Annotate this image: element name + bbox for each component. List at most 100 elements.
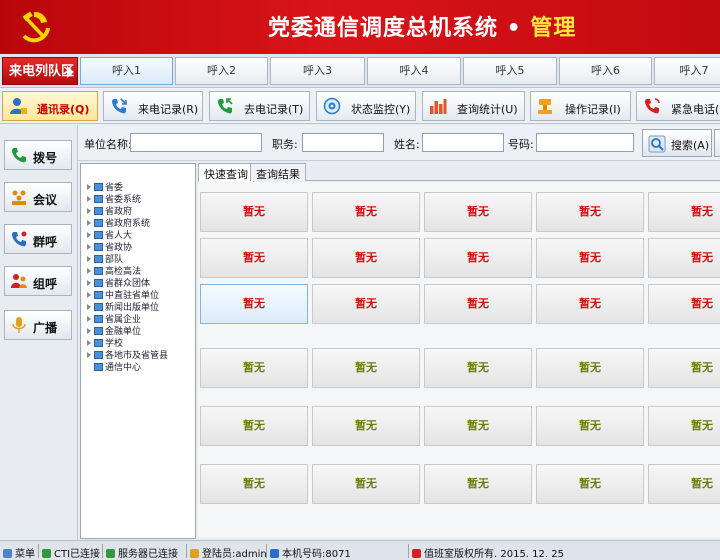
contact-cell[interactable]: 暂无 xyxy=(536,238,644,278)
contact-cell[interactable]: 暂无 xyxy=(200,406,308,446)
contact-cell[interactable]: 暂无 xyxy=(424,192,532,232)
name-input[interactable] xyxy=(422,133,504,152)
tree-item[interactable]: 省政协 xyxy=(87,240,132,253)
folder-icon xyxy=(94,314,103,323)
contact-cell[interactable]: 暂无 xyxy=(536,284,644,324)
contact-cell[interactable]: 暂无 xyxy=(312,238,420,278)
search-button-label: 搜索(A) xyxy=(671,139,710,152)
tree-item[interactable]: 省群众团体 xyxy=(87,276,150,289)
sidebar-group-call-label: 群呼 xyxy=(33,235,58,249)
contact-cell[interactable]: 暂无 xyxy=(200,284,308,324)
search-bar: 单位名称: 职务: 姓名: 号码: 搜索(A) xyxy=(78,125,720,161)
tree-item[interactable]: 高检高法 xyxy=(87,264,141,277)
queue-slot-3[interactable]: 呼入3 xyxy=(270,57,365,85)
contact-cell[interactable]: 暂无 xyxy=(424,238,532,278)
tree-item[interactable]: 部队 xyxy=(87,252,123,265)
contact-cell[interactable]: 暂无 xyxy=(648,192,720,232)
tree-item[interactable]: 学校 xyxy=(87,336,123,349)
contact-cell[interactable]: 暂无 xyxy=(648,464,720,504)
incoming-call-icon xyxy=(112,98,127,114)
toolbar-query-stats-label: 查询统计(U) xyxy=(457,103,518,116)
toolbar-emergency-phone-button[interactable]: 紧急电话(O) xyxy=(636,91,720,121)
contact-cell[interactable]: 暂无 xyxy=(536,192,644,232)
folder-icon xyxy=(94,218,103,227)
queue-label: 来电列队区 xyxy=(2,57,78,85)
tree-item[interactable]: 省委 xyxy=(87,180,123,193)
queue-slot-5[interactable]: 呼入5 xyxy=(463,57,557,85)
contact-cell[interactable]: 暂无 xyxy=(312,464,420,504)
toolbar-outgoing-log-button[interactable]: 去电记录(T) xyxy=(209,91,310,121)
toolbar-status-monitor-button[interactable]: 状态监控(Y) xyxy=(316,91,416,121)
queue-slot-4[interactable]: 呼入4 xyxy=(367,57,461,85)
contact-cell[interactable]: 暂无 xyxy=(648,238,720,278)
contact-cell[interactable]: 暂无 xyxy=(648,406,720,446)
queue-slot-6[interactable]: 呼入6 xyxy=(559,57,652,85)
tree-item[interactable]: 各地市及省管县 xyxy=(87,348,168,361)
tree-item[interactable]: 省政府 xyxy=(87,204,132,217)
sidebar-team-call-button[interactable]: 组呼 xyxy=(4,266,72,296)
folder-icon xyxy=(94,182,103,191)
toolbar-contacts-button[interactable]: 通讯录(Q) xyxy=(2,91,98,121)
tab-quick-query[interactable]: 快速查询 xyxy=(198,163,254,182)
status-menu[interactable]: 菜单 xyxy=(3,545,35,560)
monitor-icon xyxy=(323,97,341,115)
contact-cell[interactable]: 暂无 xyxy=(200,464,308,504)
expand-arrow-icon xyxy=(87,303,91,310)
sidebar-broadcast-button[interactable]: 广播 xyxy=(4,310,72,340)
tree-item[interactable]: 省人大 xyxy=(87,228,132,241)
number-input[interactable] xyxy=(536,133,634,152)
contact-cell[interactable]: 暂无 xyxy=(648,284,720,324)
contact-cell[interactable]: 暂无 xyxy=(312,284,420,324)
divider xyxy=(408,544,409,558)
toolbar-emergency-phone-label: 紧急电话(O) xyxy=(671,103,720,116)
sidebar-group-call-button[interactable]: 群呼 xyxy=(4,224,72,254)
contact-cell[interactable]: 暂无 xyxy=(312,406,420,446)
tree-item[interactable]: 省政府系统 xyxy=(87,216,150,229)
queue-slot-2[interactable]: 呼入2 xyxy=(175,57,268,85)
expand-arrow-icon xyxy=(87,267,91,274)
toolbar-query-stats-button[interactable]: 查询统计(U) xyxy=(422,91,525,121)
tree-item[interactable]: 省属企业 xyxy=(87,312,141,325)
contact-cell[interactable]: 暂无 xyxy=(424,464,532,504)
contact-cell[interactable]: 暂无 xyxy=(536,348,644,388)
status-menu-label: 菜单 xyxy=(15,549,35,560)
folder-icon xyxy=(94,362,103,371)
tab-query-results[interactable]: 查询结果 xyxy=(250,163,306,181)
server-status-icon xyxy=(106,549,115,558)
toolbar-contacts-label: 通讯录(Q) xyxy=(37,103,90,116)
dial-phone-icon xyxy=(12,148,26,163)
tree-item[interactable]: 新闻出版单位 xyxy=(87,300,159,313)
phone-icon xyxy=(270,549,279,558)
cti-status-icon xyxy=(42,549,51,558)
tree-item[interactable]: 省委系统 xyxy=(87,192,141,205)
sidebar-conference-button[interactable]: 会议 xyxy=(4,182,72,212)
contact-cell[interactable]: 暂无 xyxy=(424,284,532,324)
contact-cell[interactable]: 暂无 xyxy=(536,406,644,446)
queue-slot-1[interactable]: 呼入1 xyxy=(80,57,173,85)
toolbar-incoming-log-button[interactable]: 来电记录(R) xyxy=(103,91,203,121)
contact-cell[interactable]: 暂无 xyxy=(424,406,532,446)
queue-label-text: 来电列队区 xyxy=(9,64,75,79)
status-copyright: 值班室版权所有. 2015. 12. 25 xyxy=(412,545,564,560)
sidebar-dial-button[interactable]: 拨号 xyxy=(4,140,72,170)
contact-cell[interactable]: 暂无 xyxy=(200,192,308,232)
contact-cell[interactable]: 暂无 xyxy=(200,238,308,278)
tree-item[interactable]: 通信中心 xyxy=(87,360,141,373)
contact-cell[interactable]: 暂无 xyxy=(312,348,420,388)
expand-arrow-icon xyxy=(87,327,91,334)
contact-cell[interactable]: 暂无 xyxy=(648,348,720,388)
queue-slot-7[interactable]: 呼入7 xyxy=(654,57,720,85)
contact-cell[interactable]: 暂无 xyxy=(312,192,420,232)
tree-item[interactable]: 中直驻省单位 xyxy=(87,288,159,301)
contact-cell[interactable]: 暂无 xyxy=(200,348,308,388)
contact-cell[interactable]: 暂无 xyxy=(424,348,532,388)
organization-tree: 省委 省委系统 省政府 省政府系统 省人大 省政协 部队 高检高法 省群众团体 … xyxy=(80,163,196,539)
toolbar-operation-log-button[interactable]: 操作记录(I) xyxy=(530,91,631,121)
expand-arrow-icon xyxy=(87,207,91,214)
more-options-button[interactable] xyxy=(714,129,720,157)
tree-item[interactable]: 金融单位 xyxy=(87,324,141,337)
search-button[interactable]: 搜索(A) xyxy=(642,129,712,157)
position-input[interactable] xyxy=(302,133,384,152)
unit-name-input[interactable] xyxy=(130,133,262,152)
contact-cell[interactable]: 暂无 xyxy=(536,464,644,504)
